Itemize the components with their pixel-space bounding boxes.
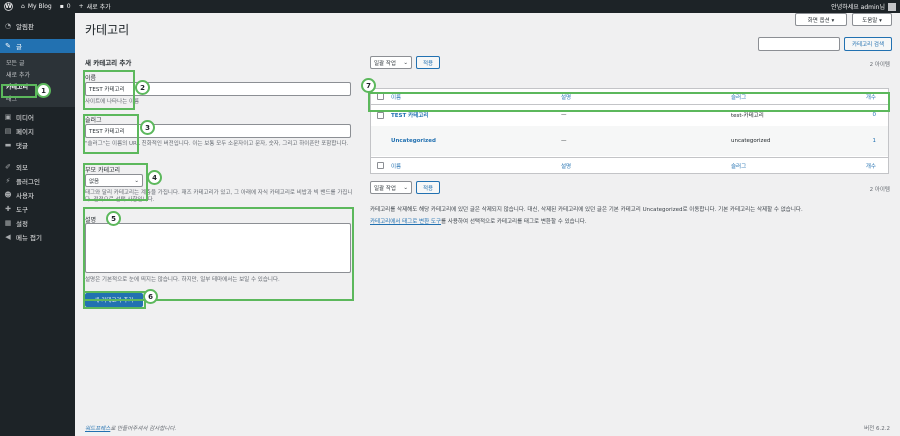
sidebar-item-users[interactable]: ☻ 사용자 bbox=[0, 188, 75, 202]
category-description: — bbox=[561, 138, 567, 144]
my-account-link[interactable]: 안녕하세요 admin님 bbox=[831, 2, 900, 11]
category-search-input[interactable] bbox=[758, 37, 840, 51]
delete-note: 카테고리를 삭제해도 해당 카테고리에 있던 글은 삭제되지 않습니다. 대신,… bbox=[370, 207, 803, 213]
step-badge-1: 1 bbox=[36, 83, 51, 98]
sidebar-item-dashboard[interactable]: ◔ 알림판 bbox=[0, 19, 75, 33]
category-name-link[interactable]: Uncategorized bbox=[391, 138, 436, 144]
step-badge-5: 5 bbox=[106, 211, 121, 226]
item-count-bottom: 2 아이템 bbox=[869, 187, 890, 193]
category-count-link[interactable]: 1 bbox=[873, 138, 877, 144]
sidebar-item-tools[interactable]: ✚ 도구 bbox=[0, 202, 75, 216]
user-icon: ☻ bbox=[4, 191, 12, 199]
sidebar-item-pages[interactable]: ▤ 페이지 bbox=[0, 124, 75, 138]
admin-bar: W ⌂ My Blog ▪ 0 + 새로 추가 안녕하세요 admin님 bbox=[0, 0, 900, 13]
category-tag-converter-link[interactable]: 카테고리에서 태그로 변환 도구 bbox=[370, 219, 441, 225]
posts-submenu: 모든 글 새로 추가 카테고리 태그 bbox=[0, 53, 75, 107]
comment-icon: ▬ bbox=[4, 141, 12, 149]
highlight-description-field bbox=[83, 207, 354, 301]
row-checkbox[interactable] bbox=[377, 111, 384, 119]
bulk-action-select-bottom[interactable]: 일괄 작업 ⌄ bbox=[370, 181, 412, 194]
wordpress-icon: W bbox=[4, 2, 13, 11]
submenu-all-posts[interactable]: 모든 글 bbox=[0, 56, 75, 68]
settings-icon: ▦ bbox=[4, 219, 12, 227]
category-name-link[interactable]: TEST 카테고리 bbox=[391, 111, 428, 119]
apply-button-bottom[interactable]: 적용 bbox=[416, 181, 440, 194]
category-search-button[interactable]: 카테고리 검색 bbox=[844, 37, 892, 51]
column-footer-description[interactable]: 설명 bbox=[561, 162, 571, 170]
comment-icon: ▪ bbox=[59, 3, 64, 10]
collapse-icon: ◀ bbox=[5, 233, 11, 241]
sidebar-collapse-menu[interactable]: ◀ 메뉴 접기 bbox=[0, 230, 75, 244]
highlight-slug-field bbox=[83, 114, 139, 154]
step-badge-4: 4 bbox=[147, 170, 162, 185]
chevron-down-icon: ⌄ bbox=[403, 184, 408, 191]
dashboard-icon: ◔ bbox=[4, 22, 12, 30]
plus-icon: + bbox=[78, 3, 84, 10]
footer-thanks: 워드프레스로 만들어주셔서 감사합니다. bbox=[85, 426, 177, 432]
convert-note: 카테고리에서 태그로 변환 도구를 사용하여 선택적으로 카테고리를 태그로 변… bbox=[370, 219, 587, 225]
table-footer-row: 이름 설명 슬러그 개수 bbox=[371, 158, 888, 173]
highlight-name-field bbox=[83, 70, 135, 110]
wrench-icon: ✚ bbox=[5, 205, 11, 213]
home-icon: ⌂ bbox=[21, 3, 25, 10]
column-footer-slug[interactable]: 슬러그 bbox=[731, 162, 746, 170]
highlight-parent-field bbox=[83, 163, 148, 201]
plugin-icon: ⚡ bbox=[5, 177, 11, 185]
help-button[interactable]: 도움말 ▾ bbox=[852, 13, 892, 26]
sidebar-item-comments[interactable]: ▬ 댓글 bbox=[0, 138, 75, 152]
category-slug: uncategorized bbox=[731, 138, 771, 144]
new-content-link[interactable]: + 새로 추가 bbox=[75, 0, 115, 13]
screen-options-button[interactable]: 화면 옵션 ▾ bbox=[795, 13, 847, 26]
media-icon: ▣ bbox=[4, 113, 12, 121]
step-badge-7: 7 bbox=[361, 78, 376, 93]
wordpress-link[interactable]: 워드프레스 bbox=[85, 426, 110, 432]
submenu-add-new[interactable]: 새로 추가 bbox=[0, 68, 75, 80]
bulk-action-select-top[interactable]: 일괄 작업 ⌄ bbox=[370, 56, 412, 69]
highlight-new-row bbox=[368, 92, 890, 112]
chevron-down-icon: ⌄ bbox=[403, 59, 408, 66]
page-title: 카테고리 bbox=[85, 23, 130, 37]
footer-version: 버전 6.2.2 bbox=[864, 426, 890, 432]
step-badge-3: 3 bbox=[140, 120, 155, 135]
column-footer-count[interactable]: 개수 bbox=[866, 162, 876, 170]
wp-logo-menu[interactable]: W bbox=[0, 0, 17, 13]
admin-sidebar: ◔ 알림판 ✎ 글 모든 글 새로 추가 카테고리 태그 ▣ 미디어 ▤ 페이지 ▬ 댓글… bbox=[0, 13, 75, 436]
sidebar-item-posts[interactable]: ✎ 글 bbox=[0, 39, 75, 53]
page-icon: ▤ bbox=[4, 127, 12, 135]
brush-icon: ✐ bbox=[5, 163, 11, 171]
step-badge-2: 2 bbox=[135, 80, 150, 95]
category-description: — bbox=[561, 112, 567, 118]
select-all-checkbox-bottom[interactable] bbox=[377, 162, 384, 169]
highlight-categories-menu bbox=[1, 84, 37, 98]
sidebar-item-settings[interactable]: ▦ 설정 bbox=[0, 216, 75, 230]
sidebar-item-media[interactable]: ▣ 미디어 bbox=[0, 110, 75, 124]
comments-link[interactable]: ▪ 0 bbox=[56, 0, 75, 13]
avatar bbox=[888, 2, 896, 11]
column-footer-name[interactable]: 이름 bbox=[391, 162, 401, 170]
site-name-link[interactable]: ⌂ My Blog bbox=[17, 0, 56, 13]
sidebar-item-plugins[interactable]: ⚡ 플러그인 bbox=[0, 174, 75, 188]
apply-button-top[interactable]: 적용 bbox=[416, 56, 440, 69]
step-badge-6: 6 bbox=[143, 289, 158, 304]
highlight-submit-button bbox=[83, 291, 146, 309]
sidebar-item-appearance[interactable]: ✐ 외모 bbox=[0, 160, 75, 174]
category-count-link[interactable]: 0 bbox=[873, 112, 877, 118]
add-category-heading: 새 카테고리 추가 bbox=[85, 59, 132, 67]
main-content: 화면 옵션 ▾ 도움말 ▾ 카테고리 카테고리 검색 새 카테고리 추가 이름 … bbox=[75, 13, 900, 436]
table-row: Uncategorized — uncategorized 1 bbox=[371, 126, 888, 156]
pin-icon: ✎ bbox=[5, 42, 11, 50]
item-count-top: 2 아이템 bbox=[869, 62, 890, 68]
category-slug: test-카테고리 bbox=[731, 113, 764, 119]
